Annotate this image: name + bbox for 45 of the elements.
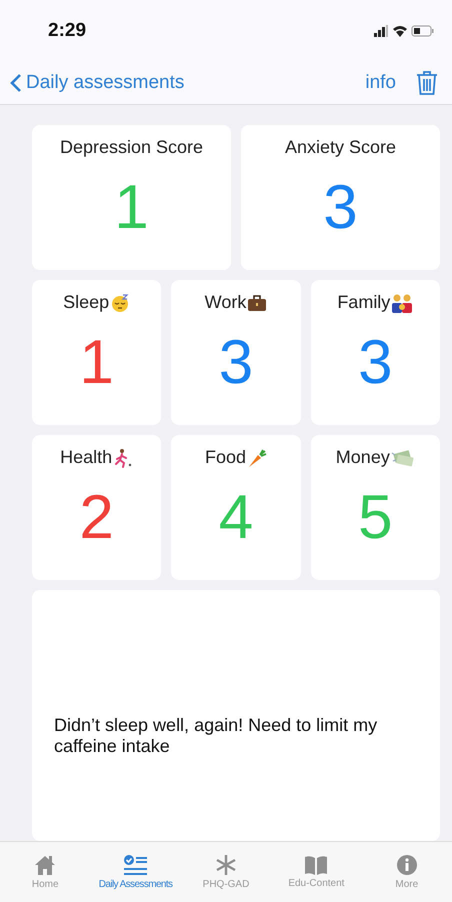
tab-bar-item[interactable]: Edu-Content	[271, 842, 362, 902]
category-label: Work	[204, 292, 246, 313]
checklist-icon	[122, 854, 149, 876]
asterisk-icon	[214, 854, 237, 876]
score-label: Depression Score	[60, 137, 204, 158]
category-card[interactable]: Family 3	[310, 280, 440, 425]
book-icon	[304, 855, 328, 875]
category-score: 3	[218, 327, 254, 398]
category-score: 4	[218, 482, 254, 553]
trash-icon	[416, 70, 438, 96]
category-card[interactable]: Food 4	[171, 435, 301, 580]
category-card[interactable]: Work 3	[171, 280, 301, 425]
family-icon	[391, 292, 414, 312]
category-score: 2	[79, 482, 114, 553]
category-card[interactable]: Sleep 1	[32, 280, 162, 425]
runner-icon	[113, 448, 134, 468]
category-score: 3	[358, 327, 393, 398]
note-text: Didn’t sleep well, again! Need to limit my caffeine intake	[54, 714, 378, 756]
category-card[interactable]: Money 5	[310, 435, 440, 580]
chevron-left-icon	[10, 73, 22, 93]
category-score: 1	[79, 327, 114, 398]
status-icons	[374, 24, 434, 38]
category-label: Health	[60, 447, 112, 468]
home-icon	[33, 854, 58, 876]
category-card[interactable]: Health 2	[32, 435, 162, 580]
tab-bar-item[interactable]: PHQ-GAD	[180, 842, 272, 902]
score-value: 1	[114, 172, 149, 243]
info-icon	[396, 854, 418, 876]
category-label: Food	[204, 447, 246, 468]
info-button[interactable]: info	[365, 72, 396, 94]
category-score: 5	[358, 482, 393, 553]
tab-bar-item[interactable]: Daily Assessments	[90, 842, 181, 902]
tab-bar-item[interactable]: Home	[0, 842, 90, 902]
briefcase-icon	[247, 294, 268, 312]
status-time: 2:29	[48, 20, 86, 42]
category-label: Family	[337, 292, 390, 313]
money-icon	[390, 448, 415, 466]
score-label: Anxiety Score	[284, 137, 396, 158]
category-label: Sleep	[63, 292, 110, 313]
sleepy-face-icon	[110, 292, 130, 312]
category-label: Money	[336, 447, 390, 468]
score-value: 3	[323, 172, 358, 243]
tab-bar-item[interactable]: More	[362, 842, 452, 902]
carrot-icon	[247, 448, 267, 468]
delete-button[interactable]	[416, 70, 438, 96]
